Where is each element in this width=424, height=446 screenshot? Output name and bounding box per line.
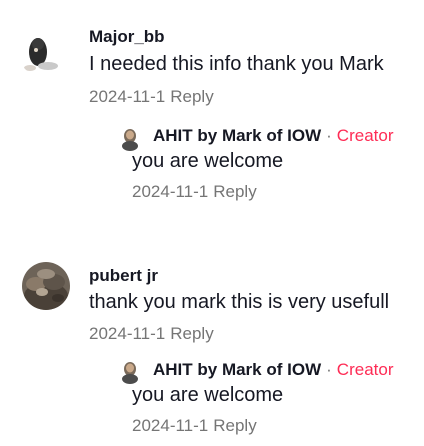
comment-username[interactable]: pubert jr xyxy=(89,266,158,286)
reply-button[interactable]: Reply xyxy=(213,416,256,435)
creator-avatar[interactable] xyxy=(117,359,143,385)
separator-dot: · xyxy=(326,360,332,379)
rocks-avatar-icon xyxy=(22,262,70,310)
comment-meta: 2024-11-1 Reply xyxy=(89,324,214,344)
reply-text: you are welcome xyxy=(132,384,284,406)
comment-item: pubert jr thank you mark this is very us… xyxy=(0,0,424,446)
reply-author[interactable]: AHIT by Mark of IOW xyxy=(153,360,321,379)
reply-button[interactable]: Reply xyxy=(170,324,213,343)
reply-author-line: AHIT by Mark of IOW · Creator xyxy=(153,360,393,380)
creator-avatar-icon xyxy=(117,359,143,385)
creator-badge: Creator xyxy=(336,360,394,379)
commenter-avatar[interactable] xyxy=(22,262,70,310)
comment-text: thank you mark this is very usefull xyxy=(89,291,390,313)
reply-meta: 2024-11-1 Reply xyxy=(132,416,257,436)
comment-date: 2024-11-1 xyxy=(89,324,166,343)
reply-date: 2024-11-1 xyxy=(132,416,209,435)
